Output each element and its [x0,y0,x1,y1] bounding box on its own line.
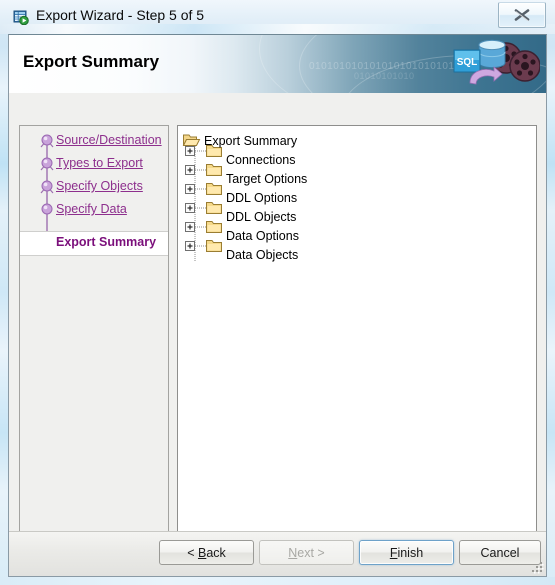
window-glass-edge-bottom [0,577,555,585]
title-bar[interactable]: Export Wizard - Step 5 of 5 [0,0,555,34]
tree-root-label[interactable]: Export Summary [204,134,297,148]
next-button-label: N [288,546,298,560]
export-table-icon [13,9,29,26]
back-button-label: B [197,546,207,560]
export-summary-tree-panel[interactable]: Export Summary Connections Target Option… [177,125,537,569]
tree-node-data-objects[interactable]: Data Objects [226,248,298,262]
resize-grip[interactable] [530,560,544,574]
tree-node-ddl-objects[interactable]: DDL Objects [226,210,296,224]
sidebar-step-label[interactable]: Types to Export [56,156,143,170]
sidebar-step-specify-data[interactable]: Specify Data [20,199,168,222]
sidebar-step-specify-objects[interactable]: Specify Objects [20,176,168,199]
sidebar-step-label[interactable]: Specify Data [56,202,127,216]
close-icon [514,9,530,22]
dialog-body: Export Summary 0101010101010101010101010… [8,34,547,577]
svg-text:SQL: SQL [457,57,478,68]
tree-node-target-options[interactable]: Target Options [226,172,307,186]
sidebar-step-source-destination[interactable]: Source/Destination [20,130,168,153]
sidebar-step-label[interactable]: Source/Destination [56,133,162,147]
cancel-button-label: Cancel [480,546,520,560]
sidebar-step-types-to-export[interactable]: Types to Export [20,153,168,176]
window-title: Export Wizard - Step 5 of 5 [36,7,205,23]
export-wizard-window: Export Wizard - Step 5 of 5 Export Summa… [0,0,555,585]
wizard-step-sidebar: Source/Destination Types to Export Speci… [19,125,169,569]
finish-button[interactable]: Finish [359,540,454,565]
banner-binary-text-2: 01010101010 [354,71,415,81]
window-glass-edge-left [0,0,8,585]
tree-node-connections[interactable]: Connections [226,153,296,167]
back-button[interactable]: < Back [159,540,254,565]
cancel-button[interactable]: Cancel [459,540,541,565]
page-title: Export Summary [23,52,160,71]
next-button: Next > [259,540,354,565]
title-bar-shine [0,24,555,34]
sidebar-step-export-summary: Export Summary [20,231,168,256]
sidebar-step-label: Export Summary [56,235,157,249]
wizard-banner: Export Summary 0101010101010101010101010… [9,35,546,93]
close-button[interactable] [498,2,546,28]
dialog-button-bar: < Back Next > Finish Cancel [9,531,546,576]
sidebar-step-label[interactable]: Specify Objects [56,179,143,193]
tree-node-ddl-options[interactable]: DDL Options [226,191,297,205]
finish-button-label: F [389,546,398,560]
tree-graphics [183,134,222,262]
sql-export-graphic: SQL [440,36,541,93]
tree-node-data-options[interactable]: Data Options [226,229,299,243]
window-glass-edge-right [547,0,555,585]
